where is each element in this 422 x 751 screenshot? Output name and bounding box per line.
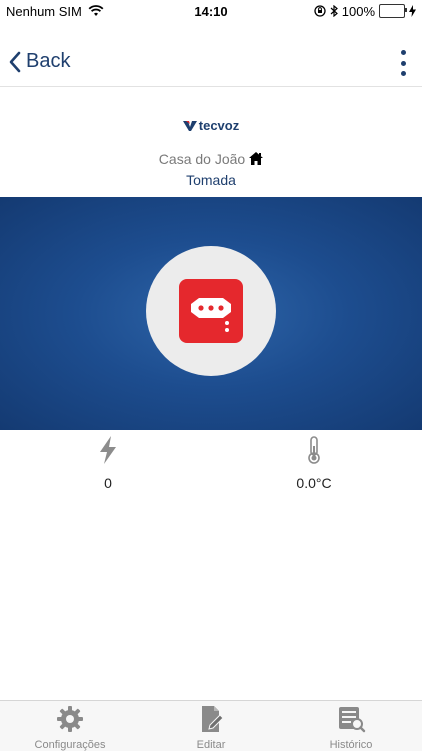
tab-historico[interactable]: Histórico [291,701,411,751]
device-type: Tomada [186,171,236,188]
power-reading: 0 [68,436,148,491]
device-hero-panel [0,197,422,430]
device-header: tecvoz Casa do João Tomada [0,118,422,188]
lightning-icon [100,436,116,464]
wifi-icon [88,5,104,16]
carrier-label: Nenhum SIM [6,3,82,19]
chevron-left-icon [9,51,21,72]
thermometer-icon [308,436,320,464]
status-right: 100% [314,4,422,19]
edit-document-icon [202,706,224,732]
charging-icon [409,5,416,17]
back-button[interactable]: Back [8,50,70,73]
bluetooth-icon [330,5,338,17]
outlet-shape [191,298,231,332]
history-search-icon [339,707,366,733]
tecvoz-logo-icon [182,120,197,131]
home-icon [249,152,264,165]
tab-configuracoes-label: Configurações [34,739,106,751]
home-name: Casa do João [158,150,264,167]
brand-logo: tecvoz [182,118,240,133]
back-label: Back [26,50,71,72]
home-name-text: Casa do João [158,150,246,167]
status-left: Nenhum SIM [0,4,104,19]
orientation-lock-icon [314,5,326,17]
status-bar: Nenhum SIM 14:10 100% [0,0,422,22]
more-options-button[interactable] [396,50,410,76]
gear-icon [57,706,83,732]
battery-icon [379,4,407,18]
readings-panel: 0 0.0°C [0,436,422,496]
vertical-dots-icon [400,71,406,76]
temperature-reading: 0.0°C [274,436,354,491]
navigation-bar: Back [0,40,422,87]
tab-editar-label: Editar [196,739,226,751]
vertical-dots-icon [400,60,406,66]
tab-bar: Configurações Editar Histórico [0,700,422,751]
tab-historico-label: Histórico [329,739,373,751]
vertical-dots-icon [400,50,406,55]
brand-name: tecvoz [198,118,240,133]
tab-editar[interactable]: Editar [151,701,271,751]
power-value: 0 [104,475,112,491]
temperature-value: 0.0°C [296,475,332,491]
power-outlet-icon [179,279,243,343]
tab-configuracoes[interactable]: Configurações [10,701,130,751]
battery-percent: 100% [341,3,375,19]
device-toggle-button[interactable] [146,246,276,376]
